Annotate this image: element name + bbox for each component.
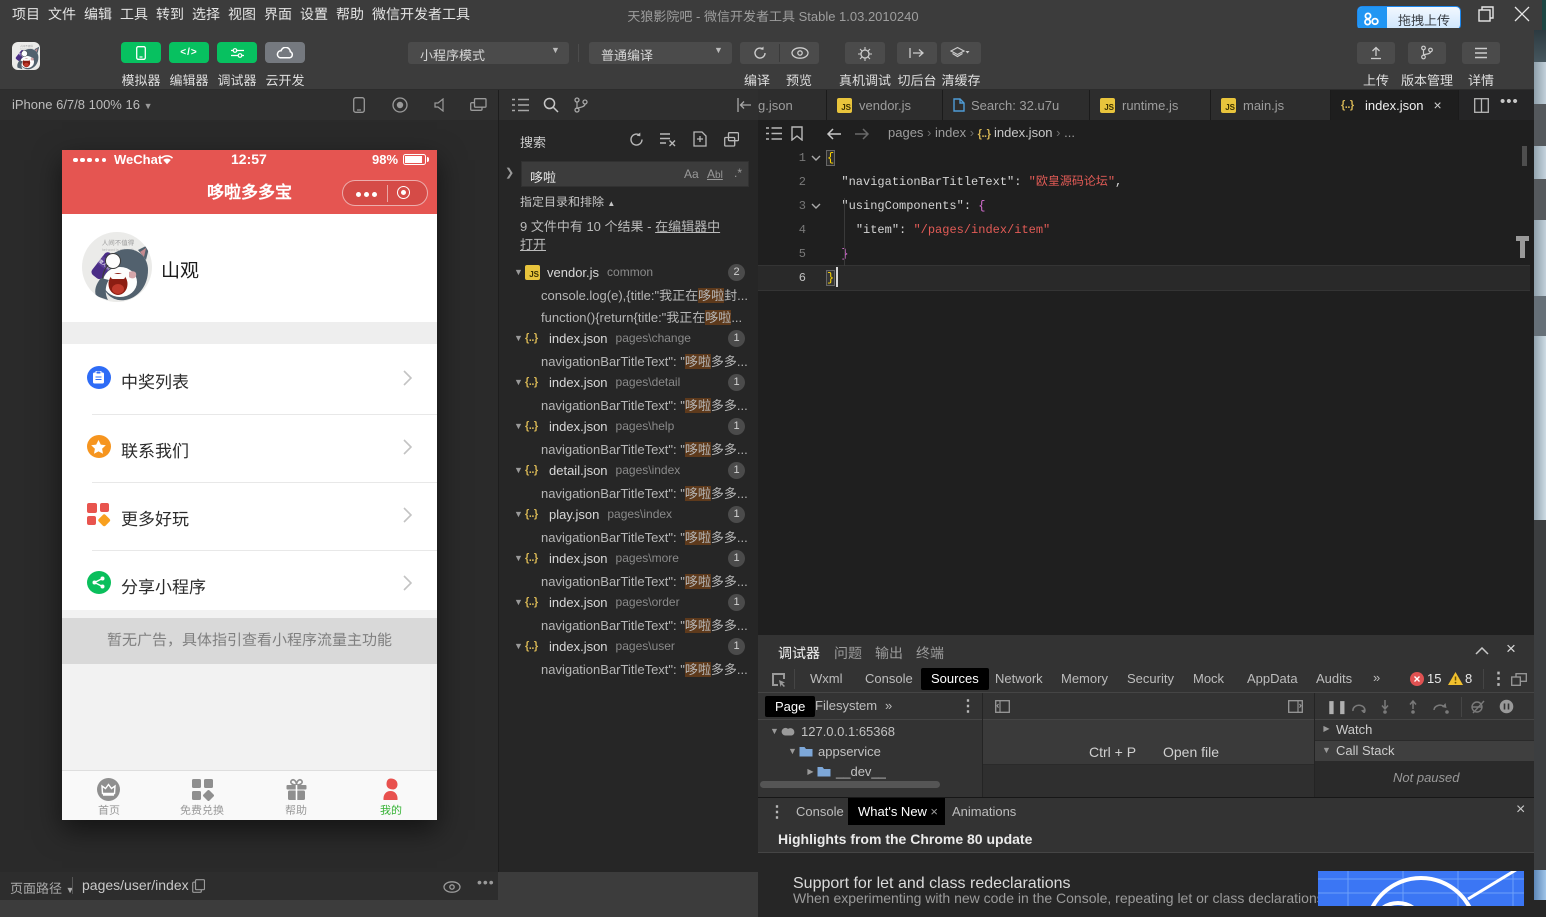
svg-text:人间不值得: 人间不值得 [20,44,33,48]
svg-text:人间不值得: 人间不值得 [102,237,135,247]
